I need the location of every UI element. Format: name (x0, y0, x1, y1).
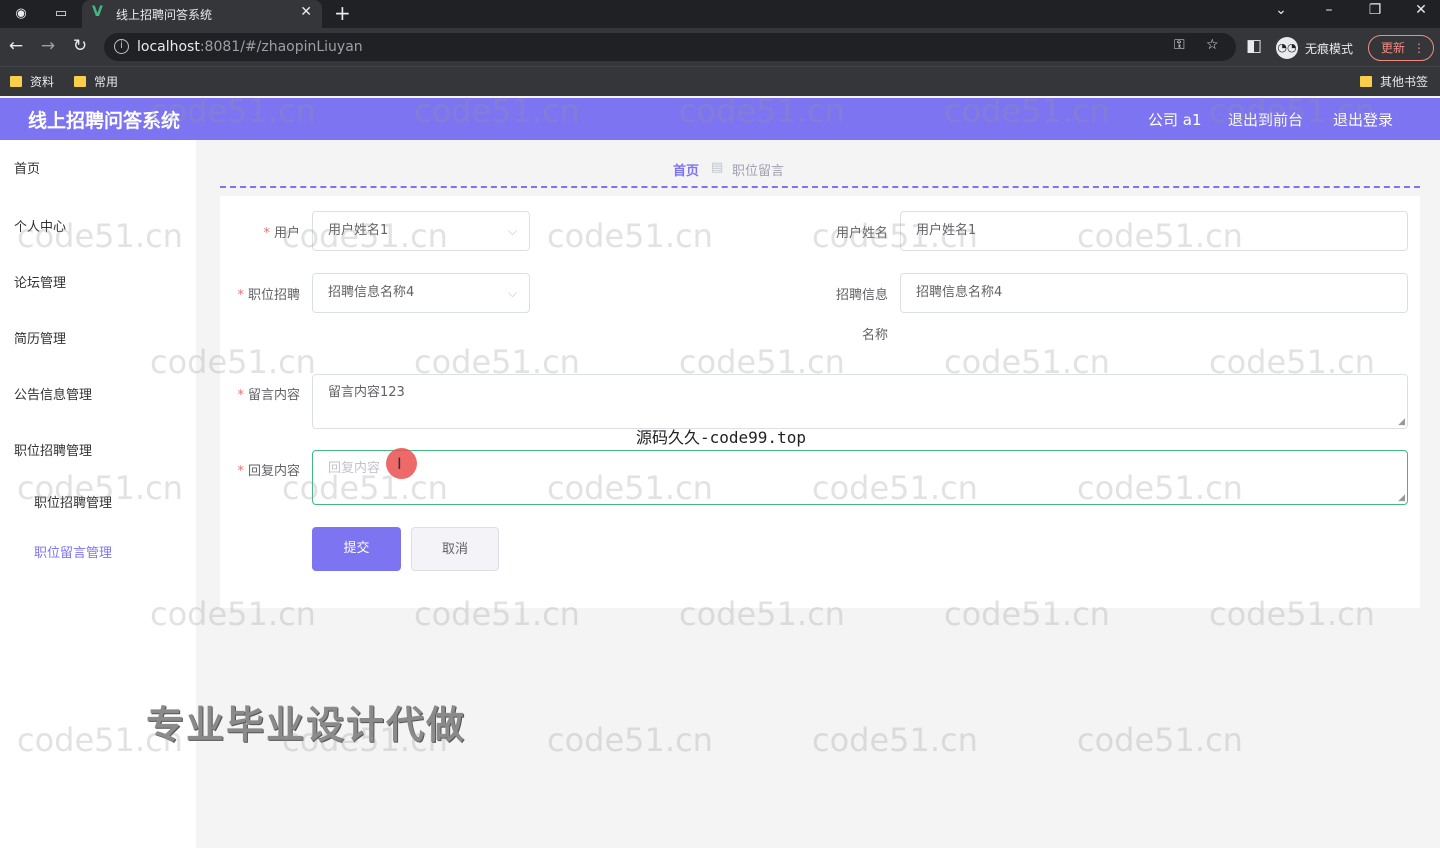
close-tab-icon[interactable]: ✕ (300, 4, 312, 20)
current-user-label: 公司 a1 (1148, 111, 1202, 129)
folder-icon (10, 76, 22, 87)
resize-handle-icon[interactable]: ◢ (1398, 417, 1405, 427)
sidebar-item-jobs[interactable]: 职位招聘管理 (14, 440, 92, 459)
tab-title: 线上招聘问答系统 (116, 8, 213, 22)
user-select[interactable]: 用户姓名1 ⌵ (312, 211, 530, 251)
browser-tab[interactable]: V 线上招聘问答系统 ✕ (82, 0, 322, 28)
source-overlay: 源码久久-code99.top (636, 428, 806, 447)
url-text: localhost:8081/#/zhaopinLiuyan (137, 39, 363, 55)
reload-icon[interactable]: ↻ (68, 36, 92, 56)
bookmarks-bar: 资料 常用 其他书签 (0, 66, 1440, 96)
folder-icon (1360, 76, 1372, 87)
watermark: code51.cn (812, 721, 978, 759)
resize-handle-icon[interactable]: ◢ (1398, 493, 1405, 503)
breadcrumb-separator-icon: ▤ (711, 160, 724, 175)
chevron-down-icon: ⌵ (507, 286, 517, 300)
tab-dropdown-icon[interactable]: ⌄ (1266, 2, 1296, 18)
sidebar-item-resume[interactable]: 简历管理 (14, 328, 66, 347)
logout-link[interactable]: 退出登录 (1333, 109, 1393, 130)
forward-icon[interactable]: → (36, 36, 60, 56)
jobname-label: 招聘信息 (835, 288, 888, 303)
close-window-icon[interactable]: ✕ (1406, 2, 1436, 18)
job-label: * 职位招聘 (237, 288, 300, 303)
cancel-button[interactable]: 取消 (411, 527, 499, 571)
sidebar-subitem-jobs[interactable]: 职位招聘管理 (34, 492, 112, 511)
reply-textarea[interactable]: 回复内容 ◢ (312, 450, 1408, 505)
bookmark-star-icon[interactable]: ☆ (1206, 37, 1219, 53)
bookmark-folder-1[interactable]: 资料 (10, 73, 54, 90)
restore-icon[interactable]: ❐ (1360, 2, 1390, 18)
reply-label: * 回复内容 (237, 464, 300, 479)
sidebar-subitem-messages[interactable]: 职位留言管理 (34, 542, 112, 561)
job-select[interactable]: 招聘信息名称4 ⌵ (312, 273, 530, 313)
other-bookmarks[interactable]: 其他书签 (1360, 73, 1428, 90)
update-button[interactable]: 更新 ⋮ (1368, 35, 1434, 61)
user-label: * 用户 (263, 226, 300, 241)
incognito-label: 无痕模式 (1305, 42, 1354, 56)
site-info-icon[interactable]: i (114, 39, 129, 54)
sidebar-item-forum[interactable]: 论坛管理 (14, 272, 66, 291)
new-tab-icon[interactable]: + (334, 1, 351, 25)
tab-search-icon[interactable]: ▭ (50, 4, 72, 24)
jobname-field[interactable]: 招聘信息名称4 (900, 273, 1408, 313)
jobname-label-cont: 名称 (861, 328, 888, 343)
submit-button[interactable]: 提交 (312, 527, 401, 571)
username-label: 用户姓名 (835, 226, 888, 241)
breadcrumb-current: 职位留言 (732, 164, 785, 179)
browser-tab-bar: ◉ ▭ V 线上招聘问答系统 ✕ + ⌄ – ❐ ✕ (0, 0, 1440, 28)
app-header: 线上招聘问答系统 公司 a1 退出到前台 退出登录 (0, 98, 1440, 140)
message-label: * 留言内容 (237, 388, 300, 403)
username-field[interactable]: 用户姓名1 (900, 211, 1408, 251)
vue-favicon-icon: V (92, 4, 103, 20)
exit-to-front-link[interactable]: 退出到前台 (1228, 109, 1303, 130)
breadcrumb-divider (220, 186, 1420, 188)
browser-toolbar: ← → ↻ i localhost:8081/#/zhaopinLiuyan ⚿… (0, 28, 1440, 66)
text-cursor-icon: I (397, 454, 402, 473)
app-title: 线上招聘问答系统 (28, 110, 181, 132)
key-icon[interactable]: ⚿ (1174, 37, 1185, 53)
sidebar-item-notice[interactable]: 公告信息管理 (14, 384, 92, 403)
sidebar-item-personal[interactable]: 个人中心 (14, 216, 66, 235)
watermark: code51.cn (1077, 721, 1243, 759)
breadcrumb-home[interactable]: 首页 (673, 160, 699, 179)
minimize-icon[interactable]: – (1314, 2, 1344, 18)
message-textarea[interactable]: 留言内容123 ◢ (312, 374, 1408, 429)
chevron-down-icon: ⌵ (507, 224, 517, 238)
promo-overlay: 专业毕业设计代做 (146, 703, 467, 747)
sidebar-toggle-icon[interactable]: ◧ (1242, 36, 1266, 56)
browser-profile-icon[interactable]: ◉ (10, 4, 32, 24)
back-icon[interactable]: ← (4, 36, 28, 56)
address-bar[interactable]: i localhost:8081/#/zhaopinLiuyan ⚿ ☆ (104, 33, 1236, 61)
folder-icon (74, 76, 86, 87)
bookmark-folder-2[interactable]: 常用 (74, 73, 118, 90)
watermark: code51.cn (547, 721, 713, 759)
sidebar-item-home[interactable]: 首页 (14, 158, 40, 177)
incognito-icon[interactable]: ◔◔ (1276, 37, 1298, 59)
